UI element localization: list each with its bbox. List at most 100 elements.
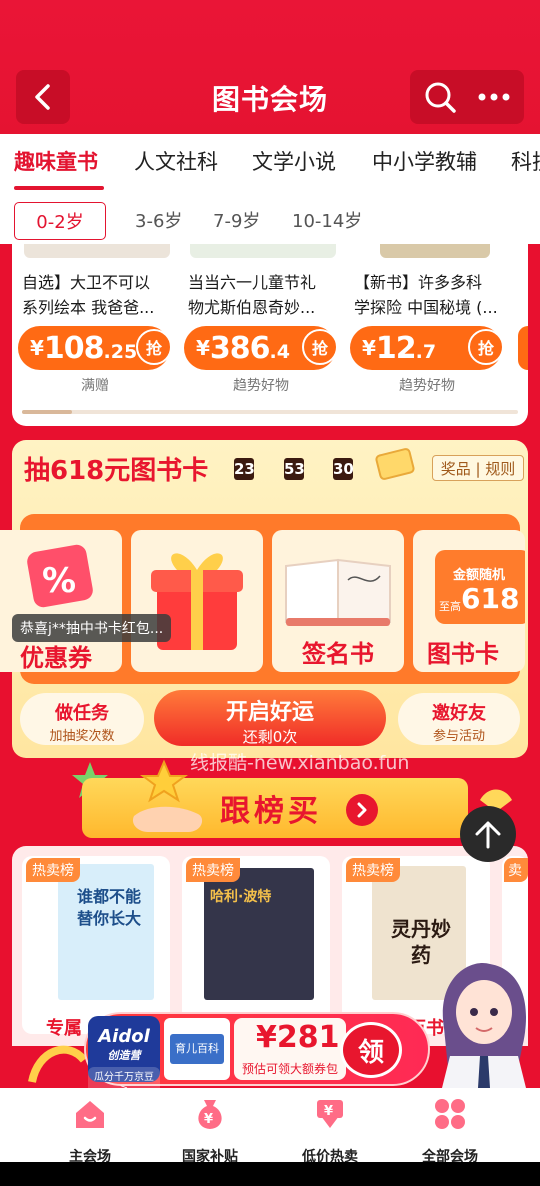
- price-decimal: .7: [415, 341, 437, 363]
- book-cover-title: 谁都不能替你长大: [76, 887, 141, 928]
- prize-label: 图书卡: [427, 640, 499, 668]
- tab-humanities[interactable]: 人文社科: [134, 146, 218, 176]
- tab-science[interactable]: 科技: [511, 146, 540, 176]
- gift-card-prefix: 至高: [439, 600, 461, 613]
- prize-rules-button[interactable]: 奖品 | 规则: [432, 455, 524, 481]
- gift-card-top: 金额随机: [453, 568, 506, 583]
- follow-banner-text: 跟榜买: [220, 794, 322, 829]
- svg-text:¥: ¥: [204, 1112, 213, 1127]
- hot-book-item[interactable]: 谁都不能替你长大: [22, 856, 170, 1034]
- claim-button[interactable]: 领: [340, 1022, 402, 1078]
- strip-scroll-thumb[interactable]: [22, 410, 72, 414]
- nav-main-venue[interactable]: 主会场: [35, 1096, 145, 1166]
- search-button[interactable]: [413, 80, 467, 114]
- gift-box-icon: [151, 553, 243, 650]
- age-tab-0-2[interactable]: 0-2岁: [14, 202, 106, 240]
- product-image[interactable]: [190, 244, 336, 258]
- open-book-icon: [285, 558, 391, 626]
- age-tab-7-9[interactable]: 7-9岁: [213, 207, 260, 233]
- system-nav-bar: [0, 1162, 540, 1186]
- countdown-seconds: 30: [333, 458, 354, 480]
- promo-price: ¥281: [256, 1020, 340, 1055]
- product-title: 当当六一儿童节礼: [188, 273, 317, 292]
- lottery-title: 抽618元图书卡: [24, 456, 209, 486]
- nav-low-price[interactable]: ¥ 低价热卖: [275, 1096, 385, 1166]
- price-decimal: .25: [103, 341, 138, 363]
- grab-button[interactable]: 抢: [136, 329, 172, 365]
- hot-list-badge: 热卖榜: [26, 858, 80, 882]
- coupon-icon: %: [27, 544, 93, 608]
- product-title: 物尤斯伯恩奇妙...: [188, 298, 316, 317]
- tab-fun-kids-books[interactable]: 趣味童书: [14, 146, 98, 176]
- hot-list-badge: 热卖榜: [504, 858, 528, 882]
- hot-book-item[interactable]: 哈利·波特: [182, 856, 330, 1034]
- svg-text:¥: ¥: [324, 1104, 333, 1119]
- prize-label: 签名书: [302, 640, 374, 668]
- product-card[interactable]: 自选】大卫不可以 系列绘本 我爸爸...: [22, 270, 172, 320]
- price-integer: 386: [209, 330, 271, 366]
- age-tab-3-6[interactable]: 3-6岁: [135, 207, 182, 233]
- promo-book-thumb[interactable]: 育儿百科: [164, 1018, 230, 1080]
- tab-literature[interactable]: 文学小说: [252, 146, 336, 176]
- product-tag: 满赠: [81, 378, 109, 394]
- product-card[interactable]: 当当六一儿童节礼 物尤斯伯恩奇妙...: [188, 270, 338, 320]
- prize-book-card[interactable]: 金额随机 至高 618 图书卡: [413, 530, 525, 672]
- strip-scrollbar: [22, 410, 518, 414]
- chevron-right-icon: [357, 802, 367, 818]
- product-title: 【新书】许多多科: [354, 273, 483, 292]
- winner-toast: 恭喜j**抽中书卡红包...: [12, 614, 172, 642]
- tab-school-textbooks[interactable]: 中小学教辅: [372, 146, 477, 176]
- product-title: 自选】大卫不可以: [22, 273, 151, 292]
- aidol-logo: Aidol: [98, 1026, 150, 1047]
- book-cover: [58, 864, 154, 1000]
- age-tab-10-14[interactable]: 10-14岁: [292, 207, 362, 233]
- more-dots-icon: [478, 93, 510, 101]
- price-integer: 108: [43, 330, 105, 366]
- confetti-left-icon: [28, 1030, 88, 1086]
- product-image[interactable]: [24, 244, 170, 258]
- back-to-top-button[interactable]: [460, 806, 516, 862]
- grab-button[interactable]: 抢: [302, 329, 338, 365]
- price-pill: [518, 326, 528, 370]
- hot-list-badge: 热卖榜: [346, 858, 400, 882]
- aidol-badge[interactable]: Aidol 创造营 瓜分千万京豆>: [88, 1016, 160, 1095]
- product-tag: 趋势好物: [399, 378, 455, 394]
- product-card[interactable]: 【新书】许多多科 学探险 中国秘境 (...: [354, 270, 504, 320]
- nav-national-subsidy[interactable]: ¥ 国家补贴: [155, 1096, 265, 1166]
- promo-subtitle: 预估可领大额券包: [242, 1062, 339, 1076]
- header-actions: [410, 70, 524, 124]
- svg-text:%: %: [42, 561, 76, 601]
- arrow-up-icon: [475, 821, 501, 849]
- do-task-button[interactable]: 做任务 加抽奖次数: [20, 693, 144, 745]
- prize-coupon[interactable]: % 优惠券: [0, 530, 122, 672]
- hand-star-icon: [128, 758, 218, 848]
- book-cover-title: 哈利·波特: [210, 889, 272, 905]
- invite-friends-button[interactable]: 邀好友 参与活动: [398, 693, 520, 745]
- search-icon: [425, 82, 456, 113]
- prize-gift[interactable]: [131, 530, 263, 672]
- open-luck-button[interactable]: 开启好运 还剩0次: [154, 690, 386, 746]
- banner-arrow-button[interactable]: [346, 794, 378, 826]
- grid-apps-icon: [435, 1099, 465, 1129]
- ticket-icon: [372, 448, 418, 480]
- product-tag: 趋势好物: [233, 378, 289, 394]
- countdown-hours: 23: [234, 458, 255, 480]
- prize-label: 优惠券: [20, 644, 92, 672]
- active-tab-indicator: [14, 186, 104, 190]
- aidol-subtitle: 创造营: [107, 1049, 141, 1062]
- price-decimal: .4: [269, 341, 290, 363]
- nav-all-venues[interactable]: 全部会场: [395, 1096, 505, 1166]
- more-button[interactable]: [467, 92, 521, 102]
- product-title: 系列绘本 我爸爸...: [22, 298, 155, 317]
- prize-signed-book[interactable]: 签名书: [272, 530, 404, 672]
- countdown-minutes: 53: [284, 458, 305, 480]
- discount-icon: ¥: [317, 1100, 343, 1128]
- home-icon: [76, 1101, 104, 1128]
- product-image[interactable]: [380, 244, 490, 258]
- watermark-text: 线报酷-new.xianbao.fun: [190, 752, 410, 774]
- hot-list-badge: 热卖榜: [186, 858, 240, 882]
- promo-book-title: 育儿百科: [170, 1034, 224, 1064]
- price-integer: 12: [375, 330, 417, 366]
- grab-button[interactable]: 抢: [468, 329, 504, 365]
- mascot-avatar[interactable]: [430, 958, 534, 1088]
